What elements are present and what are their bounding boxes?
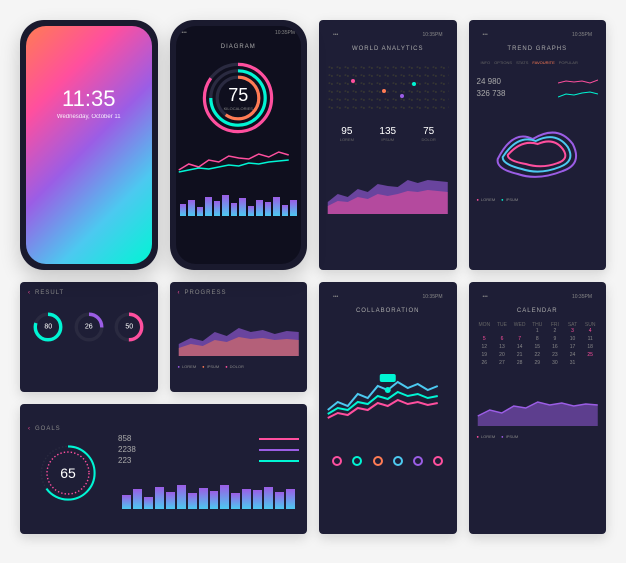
signal-icon: ••• (333, 32, 338, 38)
signal-icon: ••• (483, 294, 488, 300)
status-time: 10:35PM (422, 294, 442, 300)
status-time: 10:35PM (572, 294, 592, 300)
result-card: ‹ RESULT 80 26 50 (20, 282, 158, 392)
trend-graphs-card: ••• 10:35PM TREND GRAPHS INFO OPTIONS STA… (469, 20, 607, 270)
phone-diagram: ••• 10:35PM DIAGRAM 75 KILOCALORIES (170, 20, 308, 270)
calendar-day[interactable]: 14 (512, 344, 528, 350)
calendar-grid[interactable]: 1234567891011121314151617181920212223242… (477, 328, 599, 368)
calendar-day[interactable]: 13 (494, 344, 510, 350)
goals-stats: 858 2238 223 (118, 434, 299, 465)
lock-date: Wednesday, October 11 (57, 114, 121, 120)
calendar-day[interactable]: 11 (582, 336, 598, 342)
trend-legend: LOREM IPSUM (477, 197, 599, 202)
goals-value: 65 (60, 465, 76, 481)
diagram-donut: 75 KILOCALORIES (198, 58, 278, 138)
calendar-day[interactable]: 16 (547, 344, 563, 350)
calendar-day[interactable] (512, 328, 528, 334)
progress-chart (178, 306, 300, 356)
diagram-title: DIAGRAM (176, 44, 302, 50)
tab-info[interactable]: INFO (481, 60, 491, 65)
phone-lockscreen: 11:35 Wednesday, October 11 (20, 20, 158, 270)
trend-stats: 24 980 326 738 (477, 75, 599, 101)
signal-icon: ••• (333, 294, 338, 300)
calendar-day[interactable]: 28 (512, 360, 528, 366)
status-time: 10:35PM (275, 30, 295, 36)
calendar-day[interactable]: 23 (547, 352, 563, 358)
progress-title: PROGRESS (185, 290, 227, 296)
calendar-day[interactable]: 27 (494, 360, 510, 366)
goals-bars (118, 469, 299, 509)
calendar-day[interactable]: 1 (529, 328, 545, 334)
status-time: 10:35PM (422, 32, 442, 38)
calendar-day[interactable]: 17 (565, 344, 581, 350)
calendar-day[interactable]: 24 (565, 352, 581, 358)
calendar-day[interactable]: 21 (512, 352, 528, 358)
world-metrics: 95LOREM 135IPSUM 75DOLOR (327, 126, 449, 142)
calendar-day[interactable]: 25 (582, 352, 598, 358)
calendar-day[interactable]: 6 (494, 336, 510, 342)
calendar-day[interactable]: 19 (477, 352, 493, 358)
calendar-day[interactable]: 3 (565, 328, 581, 334)
tab-popular[interactable]: POPULAR (559, 60, 578, 65)
tab-favourite[interactable]: FAVOURITE (532, 60, 554, 65)
progress-legend: LOREM IPSUM DOLOR (178, 364, 300, 369)
world-analytics-card: ••• 10:35PM WORLD ANALYTICS 95LOREM 135IP… (319, 20, 457, 270)
calendar-day[interactable]: 22 (529, 352, 545, 358)
status-time: 10:35PM (572, 32, 592, 38)
calendar-legend: LOREM IPSUM (477, 434, 599, 439)
trend-blob-chart (477, 109, 599, 189)
world-area-chart (327, 154, 449, 214)
calendar-card: •••10:35PM CALENDAR MONTUEWEDTHUFRISATSU… (469, 282, 607, 534)
tab-stats[interactable]: STATS (516, 60, 528, 65)
calendar-day[interactable]: 18 (582, 344, 598, 350)
progress-card: ‹ PROGRESS LOREM IPSUM DOLOR (170, 282, 308, 392)
calendar-title: CALENDAR (477, 308, 599, 314)
tab-options[interactable]: OPTIONS (494, 60, 512, 65)
calendar-day[interactable]: 8 (529, 336, 545, 342)
goals-title: GOALS (35, 426, 61, 432)
world-map (327, 64, 449, 114)
diagram-bars (176, 186, 302, 216)
back-icon[interactable]: ‹ (178, 290, 181, 296)
calendar-day[interactable]: 30 (547, 360, 563, 366)
world-metric-value: 135 (379, 126, 396, 137)
calendar-day[interactable]: 20 (494, 352, 510, 358)
calendar-day[interactable]: 10 (565, 336, 581, 342)
diagram-label: KILOCALORIES (224, 106, 253, 111)
calendar-day[interactable] (477, 328, 493, 334)
collaboration-card: ••• 10:35PM COLLABORATION (319, 282, 457, 534)
calendar-chart (477, 376, 599, 426)
calendar-day[interactable]: 12 (477, 344, 493, 350)
collab-dots (327, 456, 449, 466)
calendar-day[interactable]: 4 (582, 328, 598, 334)
calendar-day[interactable]: 26 (477, 360, 493, 366)
back-icon[interactable]: ‹ (28, 426, 31, 432)
world-metric-value: 75 (423, 126, 434, 137)
collab-title: COLLABORATION (327, 308, 449, 314)
trend-tabs: INFO OPTIONS STATS FAVOURITE POPULAR (477, 60, 599, 65)
calendar-day[interactable]: 7 (512, 336, 528, 342)
diagram-value: 75 (224, 85, 253, 106)
trend-title: TREND GRAPHS (477, 46, 599, 52)
world-title: WORLD ANALYTICS (327, 46, 449, 52)
signal-icon: ••• (182, 30, 187, 36)
calendar-day[interactable]: 31 (565, 360, 581, 366)
world-metric-value: 95 (341, 126, 352, 137)
goals-donut: 65 (33, 438, 103, 508)
calendar-day[interactable] (494, 328, 510, 334)
collab-chart (327, 326, 449, 446)
calendar-day[interactable]: 15 (529, 344, 545, 350)
lock-time: 11:35 (62, 86, 115, 112)
back-icon[interactable]: ‹ (28, 290, 31, 296)
calendar-day[interactable]: 5 (477, 336, 493, 342)
result-title: RESULT (35, 290, 64, 296)
goals-card: ‹ GOALS 65 858 2238 223 (20, 404, 307, 534)
calendar-day[interactable]: 2 (547, 328, 563, 334)
result-donuts: 80 26 50 (28, 310, 150, 344)
calendar-day[interactable] (582, 360, 598, 366)
calendar-day[interactable]: 9 (547, 336, 563, 342)
signal-icon: ••• (483, 32, 488, 38)
diagram-line-chart (176, 142, 302, 182)
calendar-day[interactable]: 29 (529, 360, 545, 366)
